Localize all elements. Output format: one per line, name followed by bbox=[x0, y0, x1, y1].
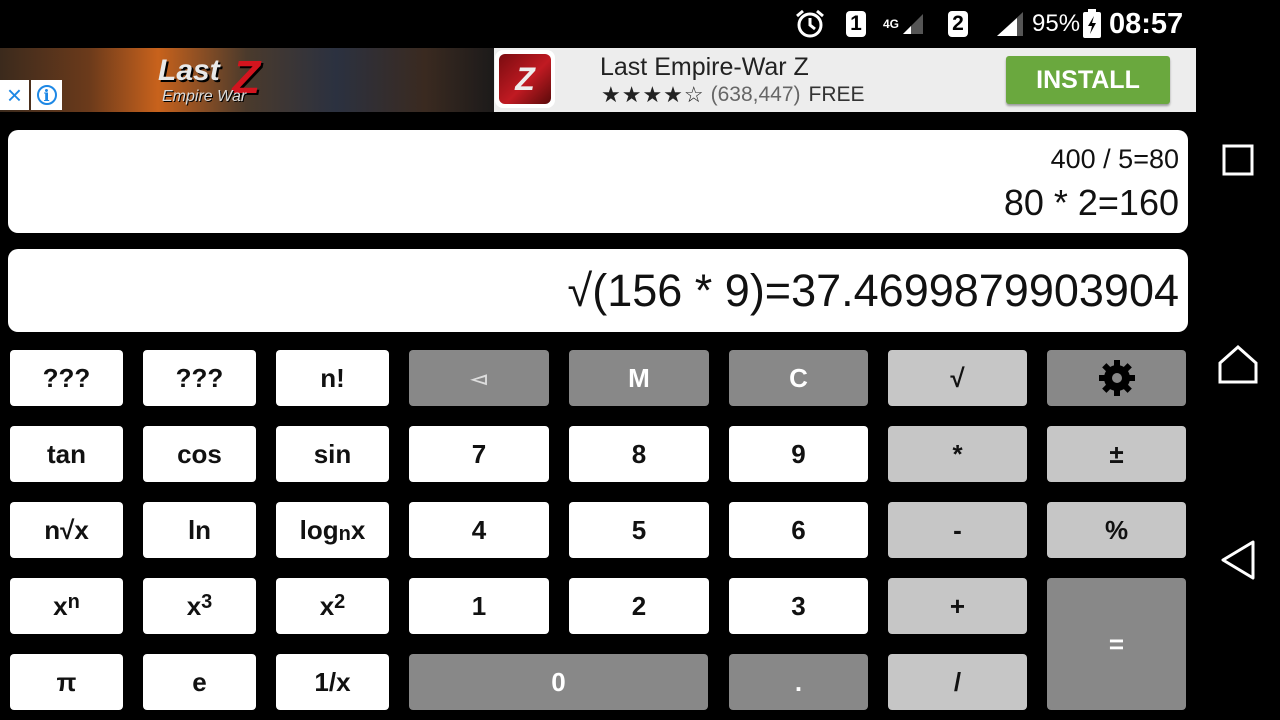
home-button[interactable] bbox=[1214, 340, 1262, 388]
ad-app-icon[interactable]: Z bbox=[495, 50, 555, 108]
memory-button[interactable]: M bbox=[569, 350, 709, 406]
history-display: 400 / 5=80 80 * 2=160 bbox=[8, 130, 1188, 233]
decimal-button[interactable]: . bbox=[729, 654, 868, 710]
ad-banner-image[interactable]: Last Z Empire War bbox=[0, 48, 494, 112]
sin-button[interactable]: sin bbox=[276, 426, 389, 482]
pi-button[interactable]: π bbox=[10, 654, 123, 710]
ad-price: FREE bbox=[808, 83, 865, 106]
reciprocal-button[interactable]: 1/x bbox=[276, 654, 389, 710]
settings-button[interactable] bbox=[1047, 350, 1186, 406]
cube-base: x bbox=[186, 590, 202, 621]
clock: 08:57 bbox=[1109, 7, 1184, 40]
current-expression: √(156 * 9)=37.4699879903904 bbox=[567, 265, 1179, 316]
network-type-label: 4G bbox=[883, 16, 900, 31]
digit-5-button[interactable]: 5 bbox=[569, 502, 709, 558]
recents-button[interactable] bbox=[1218, 140, 1258, 180]
square-base: x bbox=[319, 590, 335, 621]
plus-minus-button[interactable]: ± bbox=[1047, 426, 1186, 482]
plus-button[interactable]: + bbox=[888, 578, 1027, 634]
ad-info-icon[interactable]: i bbox=[31, 80, 62, 110]
digit-3-button[interactable]: 3 bbox=[729, 578, 868, 634]
ad-rating: ★★★★☆ (638,447) FREE bbox=[601, 82, 865, 108]
multiply-button[interactable]: * bbox=[888, 426, 1027, 482]
log-base-subscript: n bbox=[338, 522, 351, 545]
equals-button[interactable]: = bbox=[1047, 578, 1186, 710]
status-bar: 1 4G 2 95% 08:57 bbox=[0, 0, 1280, 48]
signal2-icon bbox=[995, 0, 1025, 48]
result-display: √(156 * 9)=37.4699879903904 bbox=[8, 249, 1188, 332]
digit-2-button[interactable]: 2 bbox=[569, 578, 709, 634]
star-rating-icon: ★★★★☆ bbox=[601, 82, 705, 107]
gear-icon bbox=[1098, 360, 1135, 396]
log-base-argument: x bbox=[350, 514, 366, 545]
home-icon bbox=[1218, 344, 1258, 384]
factorial-button[interactable]: n! bbox=[276, 350, 389, 406]
unknown-button-2[interactable]: ??? bbox=[143, 350, 256, 406]
square-button[interactable]: x2 bbox=[276, 578, 389, 634]
ad-rating-count: (638,447) bbox=[710, 83, 801, 106]
clear-button[interactable]: C bbox=[729, 350, 868, 406]
ln-button[interactable]: ln bbox=[143, 502, 256, 558]
digit-1-button[interactable]: 1 bbox=[409, 578, 549, 634]
digit-0-button[interactable]: 0 bbox=[409, 654, 708, 710]
alarm-icon bbox=[794, 0, 826, 48]
history-line-1: 400 / 5=80 bbox=[1050, 144, 1179, 174]
backspace-button[interactable]: ◅ bbox=[409, 350, 549, 406]
square-exponent: 2 bbox=[334, 590, 346, 613]
back-icon bbox=[1221, 540, 1255, 580]
cube-button[interactable]: x3 bbox=[143, 578, 256, 634]
digit-7-button[interactable]: 7 bbox=[409, 426, 549, 482]
power-n-exponent: n bbox=[67, 590, 80, 613]
history-line-2: 80 * 2=160 bbox=[1003, 182, 1179, 223]
install-button[interactable]: INSTALL bbox=[1006, 56, 1170, 104]
ad-title[interactable]: Last Empire-War Z bbox=[600, 53, 809, 82]
power-n-base: x bbox=[53, 590, 68, 621]
sqrt-button[interactable]: √ bbox=[888, 350, 1027, 406]
digit-6-button[interactable]: 6 bbox=[729, 502, 868, 558]
cos-button[interactable]: cos bbox=[143, 426, 256, 482]
percent-button[interactable]: % bbox=[1047, 502, 1186, 558]
ad-banner-logo-sub: Empire War bbox=[162, 88, 247, 105]
sim2-badge: 2 bbox=[948, 0, 968, 48]
log-base-label: log bbox=[299, 514, 339, 545]
ad-banner-logo-text: Last bbox=[158, 54, 220, 87]
minus-button[interactable]: - bbox=[888, 502, 1027, 558]
nth-root-button[interactable]: n√x bbox=[10, 502, 123, 558]
digit-9-button[interactable]: 9 bbox=[729, 426, 868, 482]
digit-8-button[interactable]: 8 bbox=[569, 426, 709, 482]
e-button[interactable]: e bbox=[143, 654, 256, 710]
log-base-button[interactable]: log n x bbox=[276, 502, 389, 558]
signal1-icon: 4G bbox=[883, 0, 925, 48]
divide-button[interactable]: / bbox=[888, 654, 1027, 710]
sim1-badge: 1 bbox=[846, 0, 866, 48]
recents-icon bbox=[1222, 144, 1254, 176]
power-n-button[interactable]: xn bbox=[10, 578, 123, 634]
digit-4-button[interactable]: 4 bbox=[409, 502, 549, 558]
battery-charging-icon bbox=[1082, 0, 1102, 48]
unknown-button-1[interactable]: ??? bbox=[10, 350, 123, 406]
back-button[interactable] bbox=[1216, 538, 1260, 582]
tan-button[interactable]: tan bbox=[10, 426, 123, 482]
ad-banner[interactable]: Last Z Empire War × i Z Last Empire-War … bbox=[0, 48, 1196, 112]
cube-exponent: 3 bbox=[201, 590, 213, 613]
ad-close-icon[interactable]: × bbox=[0, 80, 29, 110]
battery-percent: 95% bbox=[1032, 10, 1081, 37]
